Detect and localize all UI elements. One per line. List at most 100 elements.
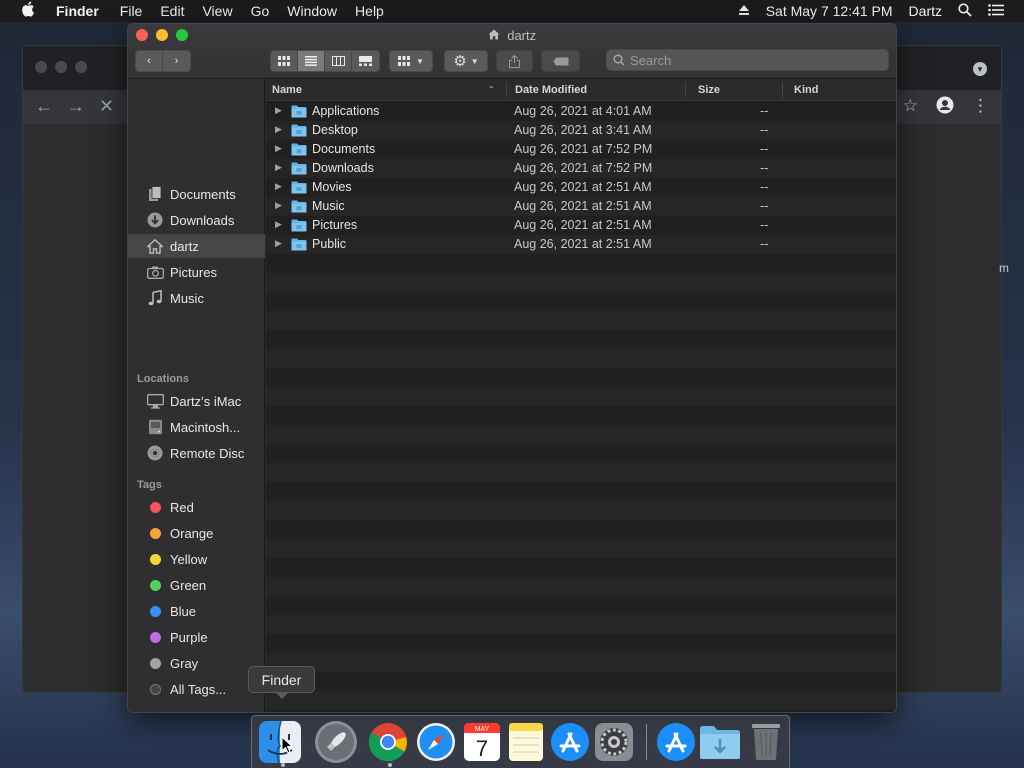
dock-launchpad[interactable] [314, 720, 358, 764]
notification-center-icon[interactable] [980, 3, 1012, 19]
table-row[interactable]: ▶ Pictures Aug 26, 2021 at 2:51 AM -- [266, 216, 896, 235]
edit-tags-button[interactable] [541, 50, 580, 72]
sidebar-item-pictures[interactable]: Pictures [128, 260, 265, 284]
disclosure-triangle-icon[interactable]: ▶ [275, 143, 282, 154]
file-size: -- [760, 237, 769, 251]
menu-file[interactable]: File [111, 3, 152, 19]
search-input[interactable] [630, 52, 870, 68]
sidebar-tag-yellow[interactable]: Yellow [128, 547, 265, 571]
file-size: -- [760, 123, 769, 137]
column-date-modified[interactable]: Date Modified [515, 84, 587, 96]
disclosure-triangle-icon[interactable]: ▶ [275, 162, 282, 173]
dock-finder[interactable] [258, 720, 302, 764]
back-arrow-icon[interactable]: ← [35, 96, 53, 117]
menu-window[interactable]: Window [278, 3, 346, 19]
menu-view[interactable]: View [193, 3, 241, 19]
action-menu-button[interactable]: ⚙ ▼ [444, 50, 488, 72]
table-row[interactable]: ▶ Music Aug 26, 2021 at 2:51 AM -- [266, 197, 896, 216]
sort-chevron-icon: ⌃ [488, 85, 495, 94]
group-by-button[interactable]: ▼ [389, 50, 433, 72]
purple-tag-dot [149, 631, 161, 643]
sidebar-tag-green[interactable]: Green [128, 573, 265, 597]
eject-icon[interactable] [730, 3, 758, 19]
sidebar-tag-red[interactable]: Red [128, 495, 265, 519]
table-row[interactable]: ▶ Movies Aug 26, 2021 at 2:51 AM -- [266, 178, 896, 197]
sidebar-tag-purple[interactable]: Purple [128, 625, 265, 649]
sidebar-tag-orange[interactable]: Orange [128, 521, 265, 545]
back-button[interactable]: ‹ [136, 51, 163, 71]
disclosure-triangle-icon[interactable]: ▶ [275, 238, 282, 249]
file-size: -- [760, 199, 769, 213]
column-view-icon[interactable] [325, 51, 352, 71]
dock-safari[interactable] [414, 720, 458, 764]
dock-downloads-stack[interactable] [698, 720, 742, 764]
browser-window-controls[interactable] [35, 61, 87, 73]
table-row[interactable]: ▶ Documents Aug 26, 2021 at 7:52 PM -- [266, 140, 896, 159]
sidebar-tag-gray[interactable]: Gray [128, 651, 265, 675]
forward-button[interactable]: › [163, 51, 190, 71]
disclosure-triangle-icon[interactable]: ▶ [275, 181, 282, 192]
dock-trash[interactable] [744, 720, 788, 764]
spotlight-search-icon[interactable] [950, 2, 980, 20]
table-row[interactable]: ▶ Downloads Aug 26, 2021 at 7:52 PM -- [266, 159, 896, 178]
finder-window[interactable]: dartz ‹ › ▼ ⚙ ▼ Search Documents Downloa… [127, 23, 897, 713]
sidebar-item-remote-disc[interactable]: Remote Disc [128, 441, 265, 465]
sidebar-item-dartz[interactable]: dartz [128, 234, 265, 258]
user-menu[interactable]: Dartz [901, 3, 950, 19]
dock-app-store[interactable] [548, 720, 592, 764]
sidebar-tag-blue[interactable]: Blue [128, 599, 265, 623]
dock-chrome[interactable] [366, 720, 410, 764]
forward-arrow-icon[interactable]: → [67, 96, 85, 117]
icon-view-icon[interactable] [271, 51, 298, 71]
menu-go[interactable]: Go [242, 3, 279, 19]
table-row[interactable]: ▶ Desktop Aug 26, 2021 at 3:41 AM -- [266, 121, 896, 140]
disclosure-triangle-icon[interactable]: ▶ [275, 124, 282, 135]
folder-icon [291, 143, 307, 156]
bookmark-star-icon[interactable]: ☆ [903, 96, 918, 119]
sidebar-item-downloads[interactable]: Downloads [128, 208, 265, 232]
sidebar-item-macintosh-hd[interactable]: Macintosh... [128, 415, 265, 439]
folder-icon [291, 124, 307, 137]
stop-icon[interactable]: ✕ [99, 96, 114, 117]
home-folder-icon [488, 29, 503, 43]
folder-icon [291, 162, 307, 175]
share-button[interactable] [496, 50, 533, 72]
gallery-view-icon[interactable] [352, 51, 379, 71]
sidebar-item-music[interactable]: Music [128, 286, 265, 310]
browser-menu-icon[interactable]: ⋮ [972, 96, 989, 119]
file-size: -- [760, 161, 769, 175]
table-row[interactable]: ▶ Public Aug 26, 2021 at 2:51 AM -- [266, 235, 896, 254]
menu-help[interactable]: Help [346, 3, 393, 19]
dock-notes[interactable] [504, 720, 548, 764]
profile-icon[interactable] [936, 96, 954, 119]
dock-calendar[interactable]: MAY 7 [460, 720, 504, 764]
apple-menu-icon[interactable] [0, 1, 56, 21]
menu-finder[interactable]: Finder [56, 3, 111, 19]
dock-system-preferences[interactable] [592, 720, 636, 764]
disclosure-triangle-icon[interactable]: ▶ [275, 105, 282, 116]
disclosure-triangle-icon[interactable]: ▶ [275, 200, 282, 211]
downloads-folder-icon [700, 726, 740, 759]
column-name[interactable]: Name [272, 84, 302, 96]
disclosure-triangle-icon[interactable]: ▶ [275, 219, 282, 230]
finder-toolbar: dartz ‹ › ▼ ⚙ ▼ [128, 24, 896, 79]
column-kind[interactable]: Kind [794, 84, 818, 96]
sidebar-item-imac[interactable]: Dartz’s iMac [128, 389, 265, 413]
chevron-down-icon: ▼ [416, 56, 424, 66]
file-name: Applications [312, 104, 380, 118]
search-field[interactable] [606, 49, 889, 71]
file-date-modified: Aug 26, 2021 at 7:52 PM [514, 142, 653, 156]
dock-app-store-folder[interactable] [654, 720, 698, 764]
sidebar-item-documents[interactable]: Documents [128, 182, 265, 206]
file-name: Documents [312, 142, 376, 156]
imac-icon [146, 393, 164, 409]
sidebar-all-tags[interactable]: All Tags... [128, 677, 265, 701]
table-row[interactable]: ▶ Applications Aug 26, 2021 at 4:01 AM -- [266, 102, 896, 121]
file-date-modified: Aug 26, 2021 at 4:01 AM [514, 104, 652, 118]
menu-edit[interactable]: Edit [151, 3, 193, 19]
tab-search-icon[interactable]: ▾ [973, 62, 987, 76]
list-view-icon[interactable] [298, 51, 325, 71]
clock[interactable]: Sat May 7 12:41 PM [758, 3, 901, 19]
column-size[interactable]: Size [698, 84, 720, 96]
calendar-day: 7 [476, 736, 488, 761]
